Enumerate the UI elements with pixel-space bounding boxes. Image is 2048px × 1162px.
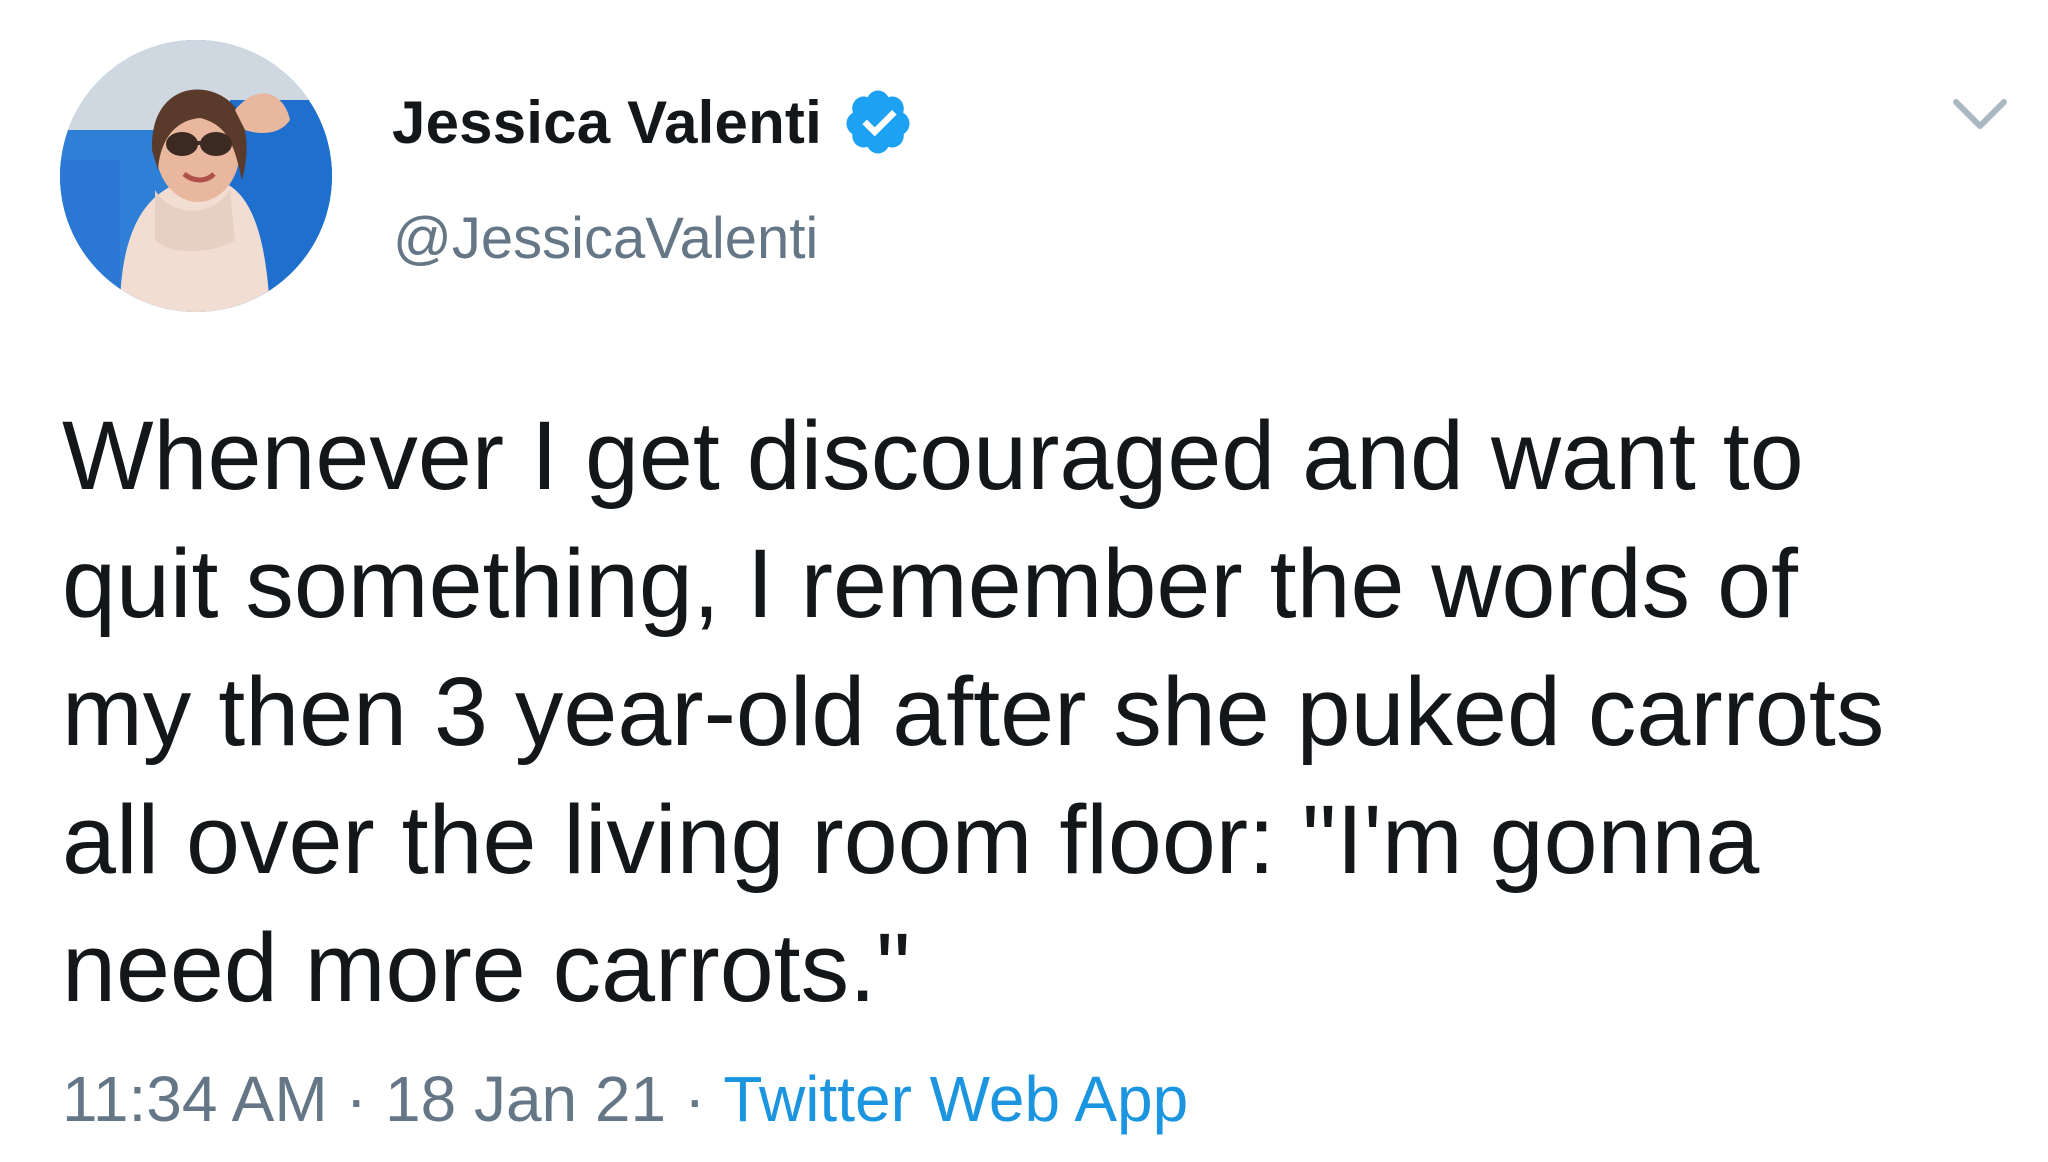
verified-badge-icon	[842, 86, 914, 158]
tweet-meta: 11:34 AM · 18 Jan 21 · Twitter Web App	[62, 1062, 1188, 1136]
tweet-date[interactable]: 18 Jan 21	[385, 1063, 666, 1135]
meta-separator: ·	[345, 1063, 367, 1135]
handle[interactable]: @JessicaValenti	[393, 205, 818, 272]
tweet-text: Whenever I get discouraged and want to q…	[62, 401, 1885, 1022]
tweet-time[interactable]: 11:34 AM	[62, 1063, 328, 1135]
avatar-photo	[60, 40, 332, 312]
display-name[interactable]: Jessica Valenti	[392, 88, 822, 157]
meta-separator: ·	[684, 1063, 706, 1135]
tweet-source-link[interactable]: Twitter Web App	[723, 1063, 1188, 1135]
avatar[interactable]	[60, 40, 332, 312]
chevron-down-icon[interactable]	[1950, 92, 2010, 136]
author-name-row[interactable]: Jessica Valenti	[392, 82, 914, 162]
tweet-card: Jessica Valenti @JessicaValenti Whenever…	[0, 0, 2048, 1162]
